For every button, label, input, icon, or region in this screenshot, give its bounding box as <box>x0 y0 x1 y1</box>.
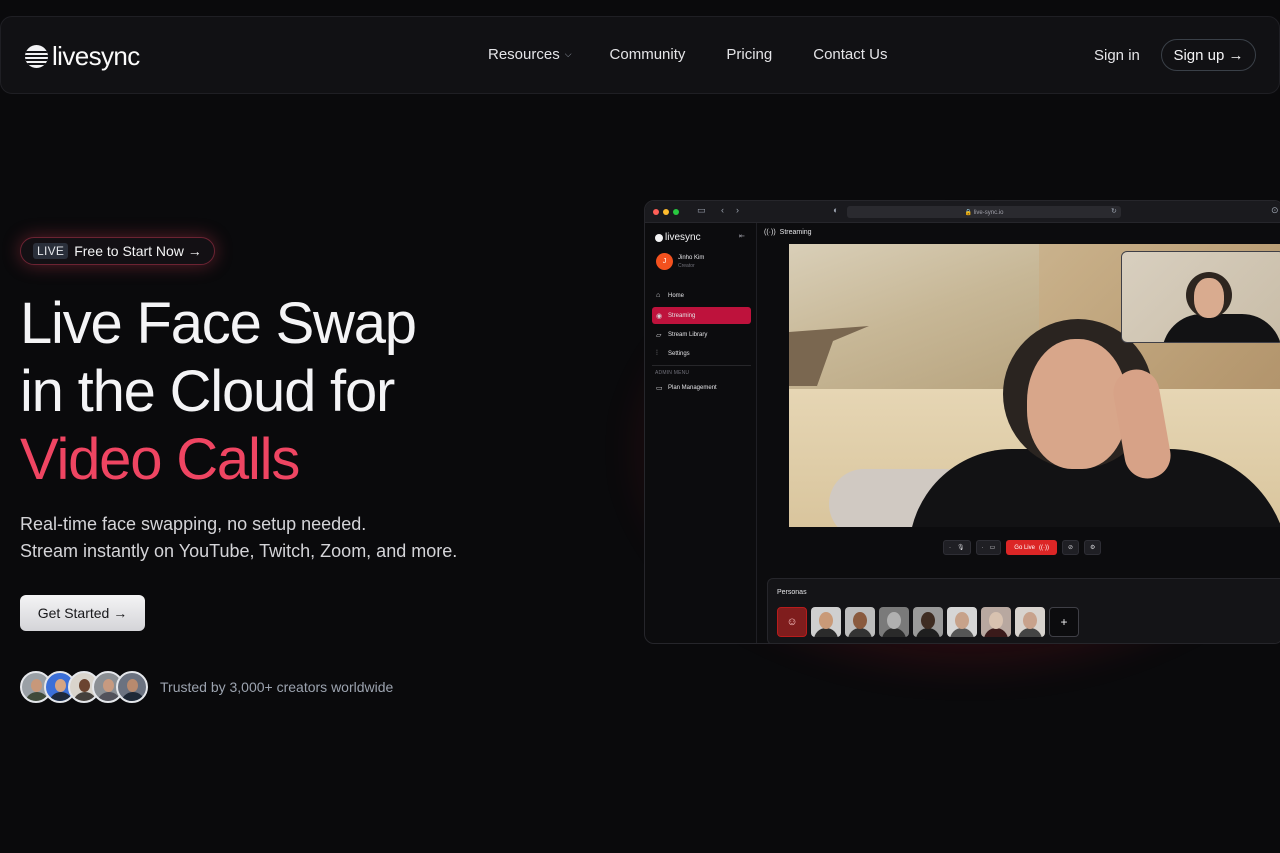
sidebar-item-settings: ⫶ Settings <box>652 345 751 362</box>
nav-links: Resources ⌵ Community Pricing Contact Us <box>488 46 887 63</box>
mic-icon: 🎙 <box>957 545 965 551</box>
nav-community[interactable]: Community <box>610 46 686 63</box>
sidebar-item-stream-library: ▱ Stream Library <box>652 326 751 343</box>
sidebar-item-label: Streaming <box>668 312 696 319</box>
app-sidebar: livesync ⇤ J Jinho Kim Creator ⌂ Home ◉ … <box>645 223 757 643</box>
camera-icon: ▭ <box>989 545 996 551</box>
badge-text: Free to Start Now → <box>74 243 202 259</box>
menu-icon: ⊙ <box>1271 205 1279 215</box>
go-live-label: Go Live <box>1014 544 1035 551</box>
avatar <box>116 671 148 703</box>
sidebar-logo: livesync <box>655 232 701 243</box>
forward-icon: › <box>736 205 739 215</box>
broadcast-icon: ((·)) <box>764 229 776 236</box>
mic-control: · 🎙 <box>943 540 971 555</box>
gear-icon: ⚙ <box>1090 545 1096 551</box>
sidebar-user: J Jinho Kim Creator <box>656 253 704 270</box>
dropdown-icon: · <box>981 544 984 551</box>
user-name: Jinho Kim <box>678 254 705 261</box>
live-tag: LIVE <box>33 243 69 259</box>
top-nav: livesync Resources ⌵ Community Pricing C… <box>0 16 1280 94</box>
sidebar-divider <box>652 365 751 366</box>
admin-menu-label: ADMIN MENU <box>655 370 690 376</box>
collapse-icon: ⇤ <box>739 233 745 240</box>
broadcast-icon: ((·)) <box>1038 544 1049 551</box>
add-persona-button: + <box>1049 607 1079 637</box>
go-live-button: Go Live ((·)) <box>1006 540 1057 555</box>
browser-titlebar: ▭ ‹ › ◐ 🔒 live-sync.io ↻ ⊙ <box>645 201 1280 223</box>
persona-item <box>1015 607 1045 637</box>
smile-icon: ☺ <box>786 616 798 628</box>
headline-line-2: in the Cloud for <box>20 359 395 424</box>
persona-list: ☺ + <box>777 607 1079 637</box>
hide-control: ⊘ <box>1061 540 1080 555</box>
logo-mark-icon <box>25 45 48 68</box>
close-dot <box>653 209 659 215</box>
hero-subtitle: Real-time face swapping, no setup needed… <box>20 511 457 565</box>
sidebar-logo-text: livesync <box>665 232 701 243</box>
maximize-dot <box>673 209 679 215</box>
get-started-button[interactable]: Get Started → <box>20 595 145 631</box>
user-avatar: J <box>656 253 673 270</box>
subtitle-line-1: Real-time face swapping, no setup needed… <box>20 514 367 534</box>
camera-control: · ▭ <box>975 540 1002 555</box>
nav-resources-label: Resources <box>488 46 560 63</box>
sign-in-link[interactable]: Sign in <box>1094 47 1140 64</box>
sidebar-item-plan-management: ▭ Plan Management <box>652 379 751 396</box>
sidebar-item-label: Home <box>668 292 685 299</box>
shield-icon: ◐ <box>833 205 839 215</box>
headline-accent: Video Calls <box>20 427 300 492</box>
sliders-icon: ⫶ <box>656 349 658 357</box>
dropdown-icon: · <box>949 544 951 551</box>
logo[interactable]: livesync <box>25 41 140 72</box>
persona-item <box>913 607 943 637</box>
sign-up-button[interactable]: Sign up → <box>1161 39 1256 71</box>
wall-painting <box>789 244 1039 389</box>
creator-avatars <box>20 671 148 703</box>
reload-icon: ↻ <box>1111 208 1117 215</box>
pip-source-video <box>1121 251 1280 343</box>
sidebar-item-label: Settings <box>668 350 690 357</box>
main-header: ((·)) Streaming <box>764 229 812 236</box>
hero-headline: Live Face Swap in the Cloud for Video Ca… <box>20 290 417 494</box>
nav-pricing[interactable]: Pricing <box>726 46 772 63</box>
person-face <box>1027 339 1127 469</box>
logo-mark-icon <box>655 233 663 242</box>
sidebar-item-label: Stream Library <box>668 331 708 338</box>
subtitle-line-2: Stream instantly on YouTube, Twitch, Zoo… <box>20 541 458 561</box>
user-role: Creator <box>678 262 695 269</box>
card-icon: ▭ <box>656 384 663 392</box>
back-icon: ‹ <box>721 205 724 215</box>
sidebar-toggle-icon: ▭ <box>697 205 706 215</box>
persona-item <box>981 607 1011 637</box>
app-preview: ▭ ‹ › ◐ 🔒 live-sync.io ↻ ⊙ livesync ⇤ J … <box>644 200 1280 644</box>
persona-none: ☺ <box>777 607 807 637</box>
stream-controls: · 🎙 · ▭ Go Live ((·)) ⊘ ⚙ <box>943 540 1102 555</box>
eye-off-icon: ⊘ <box>1067 545 1074 551</box>
persona-item <box>947 607 977 637</box>
personas-title: Personas <box>777 589 807 596</box>
free-start-badge[interactable]: LIVE Free to Start Now → <box>20 237 215 265</box>
minimize-dot <box>663 209 669 215</box>
nav-resources[interactable]: Resources ⌵ <box>488 46 572 63</box>
chevron-down-icon: ⌵ <box>564 49 572 59</box>
persona-item <box>879 607 909 637</box>
settings-control: ⚙ <box>1084 540 1102 555</box>
persona-item <box>845 607 875 637</box>
personas-panel: Personas ☺ + <box>767 578 1280 643</box>
broadcast-icon: ◉ <box>656 312 663 320</box>
headline-line-1: Live Face Swap <box>20 291 417 356</box>
sidebar-item-home: ⌂ Home <box>652 287 751 304</box>
persona-item <box>811 607 841 637</box>
url-bar: 🔒 live-sync.io <box>847 206 1121 218</box>
sidebar-item-streaming: ◉ Streaming <box>652 307 751 324</box>
logo-text: livesync <box>52 41 140 71</box>
home-icon: ⌂ <box>656 292 661 299</box>
nav-contact[interactable]: Contact Us <box>813 46 887 63</box>
sidebar-item-label: Plan Management <box>668 384 717 391</box>
folder-icon: ▱ <box>656 331 662 339</box>
main-title: Streaming <box>779 229 812 236</box>
trusted-text: Trusted by 3,000+ creators worldwide <box>160 679 394 695</box>
